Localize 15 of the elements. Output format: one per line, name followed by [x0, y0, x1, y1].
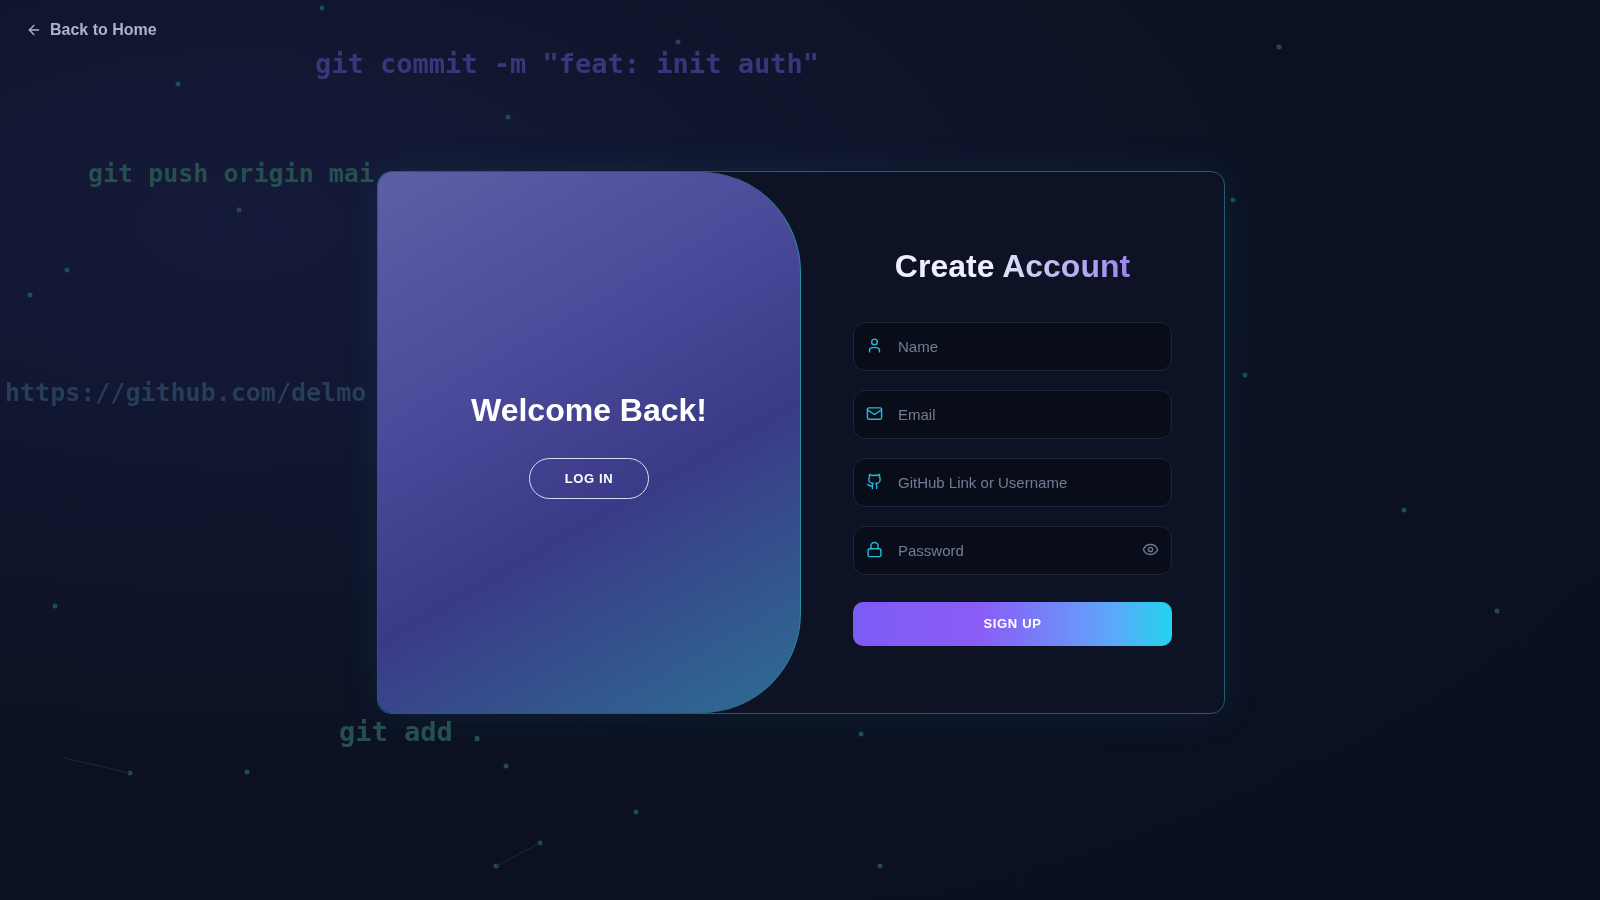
code-snippet: git commit -m "feat: init auth"	[315, 47, 819, 81]
back-link[interactable]: Back to Home	[26, 18, 157, 42]
github-icon	[866, 473, 883, 490]
signup-button[interactable]: SIGN UP	[853, 602, 1172, 646]
user-icon	[866, 337, 883, 354]
lock-icon	[866, 541, 883, 558]
input-field[interactable]: Password	[853, 526, 1172, 575]
input-field[interactable]: GitHub Link or Username	[853, 458, 1172, 507]
eye-icon[interactable]	[1142, 541, 1159, 558]
mail-icon	[866, 405, 883, 422]
input-field[interactable]: Name	[853, 322, 1172, 371]
welcome-heading: Welcome Back!	[471, 391, 707, 430]
code-snippet: git push origin mai	[88, 158, 374, 190]
input-field[interactable]: Email	[853, 390, 1172, 439]
code-snippet: git add .	[339, 715, 486, 749]
